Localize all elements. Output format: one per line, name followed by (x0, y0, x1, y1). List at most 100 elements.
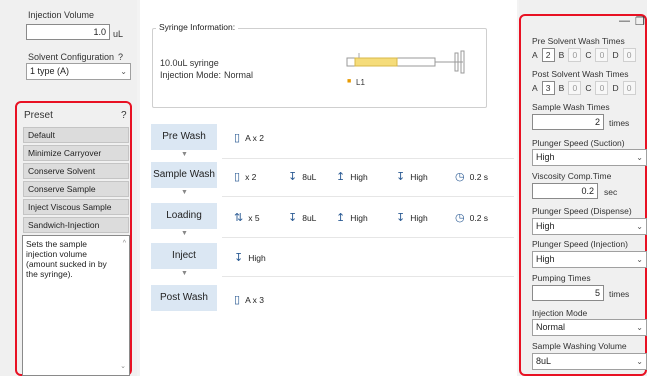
pumping-times-unit: times (609, 289, 630, 299)
step-divider (222, 158, 514, 159)
preset-item-inject-viscous-sample[interactable]: Inject Viscous Sample (23, 199, 129, 215)
pumping-times-label: Pumping Times (532, 273, 591, 283)
clock-icon: ◷ (455, 171, 465, 183)
plunger-suction-label: Plunger Speed (Suction) (532, 138, 625, 148)
left-panel: Injection Volume 1.0 uL Solvent Configur… (0, 0, 137, 376)
chevron-down-icon: ⌄ (636, 222, 643, 231)
step-inject[interactable]: Inject (151, 243, 217, 269)
sample-wash-volume: ↧ 8uL (288, 170, 316, 183)
post-solvent-c-input[interactable]: 0 (595, 81, 609, 95)
loading-volume-text: 8uL (302, 212, 317, 223)
loading-time: ◷ 0.2 s (455, 211, 488, 224)
step-divider (222, 196, 514, 197)
plunger-suction-value: High (536, 152, 555, 162)
solvent-b-label: B (558, 50, 565, 60)
step-pre-wash[interactable]: Pre Wash (151, 124, 217, 150)
preset-title: Preset (24, 110, 53, 121)
pre-solvent-wash-times: A2 B0 C0 D0 (532, 48, 636, 62)
vial-icon: ▯ (234, 132, 241, 144)
pre-solvent-b-input[interactable]: 0 (568, 48, 582, 62)
syringe-marker-label: L1 (356, 78, 365, 87)
step-divider (222, 276, 514, 277)
plunger-injection-select[interactable]: High ⌄ (532, 251, 647, 268)
syringe-marker-icon: ■ (347, 78, 352, 85)
solvent-configuration-value: 1 type (A) (30, 66, 70, 76)
loading-volume: ↧ 8uL (288, 211, 316, 224)
preset-item-default[interactable]: Default (23, 127, 129, 143)
solvent-c-label: C (585, 83, 592, 93)
solvent-configuration-help-icon[interactable]: ? (118, 52, 123, 62)
right-panel: — ❐ Pre Solvent Wash Times A2 B0 C0 D0 P… (519, 0, 647, 376)
pump-icon: ⇅ (234, 212, 244, 224)
post-solvent-b-input[interactable]: 0 (568, 81, 582, 95)
sample-wash-count-text: x 2 (245, 171, 257, 182)
loading-suction: ↥ High (336, 211, 368, 224)
plunger-injection-value: High (536, 254, 555, 264)
viscosity-unit: sec (604, 187, 618, 197)
plunger-down-icon: ↧ (234, 252, 244, 264)
minimize-icon[interactable]: — (619, 15, 630, 27)
post-solvent-d-input[interactable]: 0 (622, 81, 636, 95)
pre-wash-params: ▯ A x 2 (234, 131, 264, 144)
plunger-dispense-select[interactable]: High ⌄ (532, 218, 647, 235)
post-wash-params: ▯ A x 3 (234, 293, 264, 306)
inject-speed-text: High (248, 252, 266, 263)
sample-wash-suction: ↥ High (336, 170, 368, 183)
step-post-wash[interactable]: Post Wash (151, 285, 217, 311)
injection-mode-select-value: Normal (536, 322, 566, 332)
sample-wash-times-unit: times (609, 118, 630, 128)
viscosity-input[interactable]: 0.2 (532, 183, 598, 199)
scroll-down-icon[interactable]: ⌄ (120, 362, 126, 372)
post-solvent-wash-label: Post Solvent Wash Times (532, 69, 629, 79)
sample-wash-times-input[interactable]: 2 (532, 114, 604, 130)
injection-mode-value: Normal (224, 70, 254, 80)
sample-wash-dispense-text: High (410, 171, 428, 182)
preset-item-conserve-sample[interactable]: Conserve Sample (23, 181, 129, 197)
chevron-down-icon: ⌄ (120, 67, 127, 76)
injection-mode-label-right: Injection Mode (532, 308, 588, 318)
preset-help-icon[interactable]: ? (121, 110, 127, 121)
sample-wash-dispense: ↧ High (396, 170, 428, 183)
chevron-down-icon: ⌄ (636, 255, 643, 264)
chevron-down-icon: ⌄ (636, 357, 643, 366)
plunger-up-icon: ↥ (336, 171, 346, 183)
plunger-down-icon: ↧ (396, 171, 406, 183)
scroll-up-icon[interactable]: ^ (123, 239, 126, 249)
sample-washing-volume-select[interactable]: 8uL ⌄ (532, 353, 647, 370)
sample-wash-time: ◷ 0.2 s (455, 170, 488, 183)
sample-wash-suction-text: High (350, 171, 368, 182)
plunger-dispense-value: High (536, 221, 555, 231)
pre-solvent-a-input[interactable]: 2 (541, 48, 555, 62)
preset-item-minimize-carryover[interactable]: Minimize Carryover (23, 145, 129, 161)
sample-wash-count: ▯ x 2 (234, 170, 256, 183)
chevron-down-icon: ⌄ (636, 153, 643, 162)
syringe-small-icon: ↧ (288, 171, 298, 183)
injection-mode-select[interactable]: Normal ⌄ (532, 319, 647, 336)
preset-item-sandwich-injection[interactable]: Sandwich-Injection (23, 217, 129, 233)
center-panel: Syringe Information: 10.0uL syringe Inje… (140, 0, 517, 376)
solvent-d-label: D (612, 83, 619, 93)
step-sample-wash[interactable]: Sample Wash (151, 162, 217, 188)
plunger-suction-select[interactable]: High ⌄ (532, 149, 647, 166)
preset-item-conserve-solvent[interactable]: Conserve Solvent (23, 163, 129, 179)
restore-icon[interactable]: ❐ (635, 15, 645, 28)
solvent-a-label: A (532, 83, 538, 93)
post-solvent-a-input[interactable]: 3 (541, 81, 555, 95)
solvent-configuration-label: Solvent Configuration (28, 52, 115, 62)
pre-solvent-c-input[interactable]: 0 (595, 48, 609, 62)
solvent-configuration-select[interactable]: 1 type (A) ⌄ (26, 63, 131, 80)
loading-time-text: 0.2 s (469, 212, 489, 223)
injection-volume-input[interactable]: 1.0 (26, 24, 110, 40)
loading-dispense-text: High (410, 212, 428, 223)
post-solvent-wash-times: A3 B0 C0 D0 (532, 81, 636, 95)
sample-washing-volume-label: Sample Washing Volume (532, 341, 627, 351)
solvent-b-label: B (558, 83, 565, 93)
preset-description: Sets the sample injection volume (amount… (22, 235, 130, 376)
pre-solvent-d-input[interactable]: 0 (622, 48, 636, 62)
pumping-times-input[interactable]: 5 (532, 285, 604, 301)
loading-count: ⇅ x 5 (234, 211, 260, 224)
step-divider (222, 237, 514, 238)
solvent-a-label: A (532, 50, 538, 60)
step-loading[interactable]: Loading (151, 203, 217, 229)
loading-count-text: x 5 (248, 212, 260, 223)
